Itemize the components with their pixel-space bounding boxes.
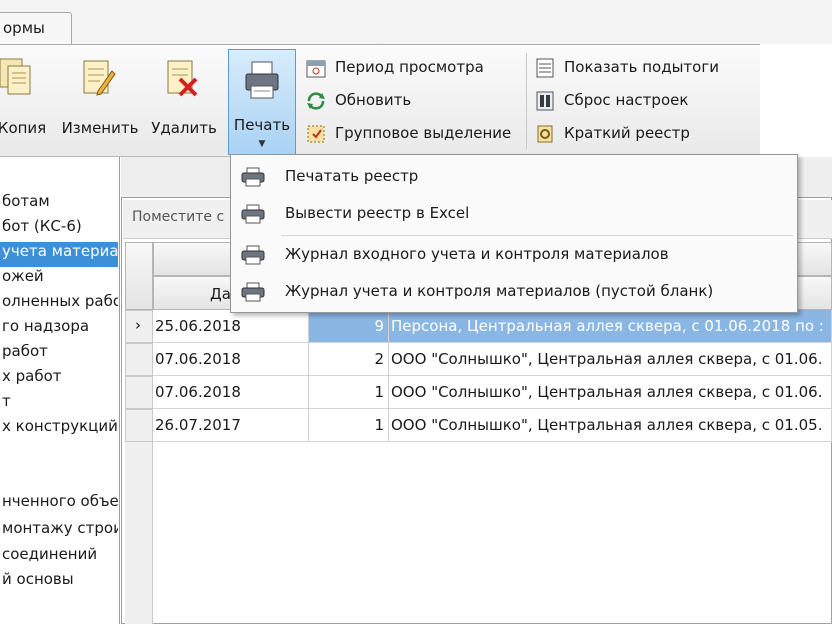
group-select-icon xyxy=(307,125,325,143)
printer-icon xyxy=(241,204,265,224)
reset-settings-icon xyxy=(536,91,554,111)
nav-item[interactable] xyxy=(0,467,118,492)
nav-item[interactable]: работ xyxy=(0,342,118,367)
table-cell-number[interactable]: 2 xyxy=(309,343,389,376)
refresh-label: Обновить xyxy=(335,91,412,109)
menu-item-export-excel[interactable]: Вывести реестр в Excel xyxy=(231,196,797,232)
nav-item[interactable]: ожей xyxy=(0,267,118,292)
delete-label: Удалить xyxy=(151,119,217,137)
short-register-button[interactable]: Краткий реестр xyxy=(534,119,754,149)
group-select-button[interactable]: Групповое выделение xyxy=(305,119,525,149)
menu-separator xyxy=(281,235,793,236)
copy-label: Копия xyxy=(0,119,47,137)
nav-item-selected[interactable]: учета материа xyxy=(0,242,118,267)
nav-item[interactable]: олненных рабо xyxy=(0,292,118,317)
table-cell-date[interactable]: 07.06.2018 xyxy=(153,343,309,376)
menu-item-input-journal[interactable]: Журнал входного учета и контроля материа… xyxy=(231,237,797,273)
printer-icon xyxy=(241,282,265,302)
nav-item[interactable]: й основы xyxy=(0,570,118,595)
delete-button[interactable]: Удалить xyxy=(146,51,222,143)
settings-group: Показать подытоги Сброс настроек Краткий… xyxy=(534,53,754,149)
filter-hint: Поместите с xyxy=(132,209,225,225)
subtotals-label: Показать подытоги xyxy=(564,58,719,76)
table-cell-number[interactable]: 1 xyxy=(309,376,389,409)
edit-button[interactable]: Изменить xyxy=(60,51,140,143)
period-label: Период просмотра xyxy=(335,58,484,76)
row-selector[interactable] xyxy=(125,409,153,442)
menu-item-label: Журнал входного учета и контроля материа… xyxy=(285,245,669,263)
group-select-label: Групповое выделение xyxy=(335,124,512,142)
nav-item[interactable]: соединений xyxy=(0,545,118,570)
nav-item[interactable]: х работ xyxy=(0,367,118,392)
table-cell-number[interactable]: 1 xyxy=(309,409,389,442)
calendar-icon xyxy=(306,60,326,78)
copy-document-icon xyxy=(0,58,31,95)
nav-item[interactable]: т xyxy=(0,392,118,417)
table-cell-date[interactable]: 26.07.2017 xyxy=(153,409,309,442)
row-selector[interactable]: › xyxy=(125,310,153,343)
short-register-icon xyxy=(537,125,553,143)
nav-item[interactable]: бот (КС-6) xyxy=(0,217,118,242)
nav-item[interactable]: х конструкций xyxy=(0,417,118,442)
reset-settings-button[interactable]: Сброс настроек xyxy=(534,86,754,116)
menu-item-label: Вывести реестр в Excel xyxy=(285,204,470,222)
chevron-down-icon: ▼ xyxy=(258,139,266,149)
view-group: Период просмотра Обновить Групповое выде… xyxy=(305,53,525,149)
row-header-corner xyxy=(125,242,153,310)
row-selector[interactable] xyxy=(125,376,153,409)
table-cell-description[interactable]: ООО "Солнышко", Центральная аллея сквера… xyxy=(389,409,832,442)
edit-document-icon xyxy=(83,60,116,96)
date-header-label: Да xyxy=(210,285,231,303)
ribbon-toolbar: Копия Изменить Удалить Печать ▼ Период п… xyxy=(0,44,760,157)
row-selector-column xyxy=(125,442,153,624)
copy-button[interactable]: Копия xyxy=(0,51,52,143)
table-cell-date[interactable]: 07.06.2018 xyxy=(153,376,309,409)
tab-forms[interactable]: ормы xyxy=(0,12,72,44)
table-cell-date[interactable]: 25.06.2018 xyxy=(153,310,309,343)
printer-icon xyxy=(241,167,265,187)
menu-item-label: Печатать реестр xyxy=(285,167,419,185)
refresh-icon xyxy=(307,92,325,110)
menu-item-print-register[interactable]: Печатать реестр xyxy=(231,159,797,195)
delete-document-icon xyxy=(167,60,198,97)
current-row-icon: › xyxy=(135,316,141,334)
table-cell-number[interactable]: 9 xyxy=(309,310,389,343)
nav-item[interactable]: ботам xyxy=(0,192,118,217)
refresh-button[interactable]: Обновить xyxy=(305,86,525,116)
nav-item[interactable]: монтажу строи xyxy=(0,519,118,544)
menu-item-label: Журнал учета и контроля материалов (пуст… xyxy=(285,282,714,300)
row-selector[interactable] xyxy=(125,343,153,376)
table-cell-description[interactable]: ООО "Солнышко", Центральная аллея сквера… xyxy=(389,343,832,376)
menu-item-blank-journal[interactable]: Журнал учета и контроля материалов (пуст… xyxy=(231,274,797,310)
short-register-label: Краткий реестр xyxy=(564,124,690,142)
ribbon-divider xyxy=(526,53,527,149)
print-button[interactable]: Печать ▼ xyxy=(228,49,296,155)
edit-label: Изменить xyxy=(61,119,139,137)
tab-strip: ормы xyxy=(0,0,832,44)
table-cell-description[interactable]: ООО "Солнышко", Центральная аллея сквера… xyxy=(389,376,832,409)
printer-icon xyxy=(241,245,265,265)
table-cell-description[interactable]: Персона, Центральная аллея сквера, с 01.… xyxy=(389,310,832,343)
left-nav-panel: ботам бот (КС-6) учета материа ожей олне… xyxy=(0,157,120,624)
printer-icon xyxy=(245,61,279,99)
reset-settings-label: Сброс настроек xyxy=(564,91,689,109)
nav-item[interactable]: го надзора xyxy=(0,317,118,342)
print-label: Печать xyxy=(233,116,291,134)
nav-item[interactable]: нченного объе xyxy=(0,492,118,517)
nav-item[interactable] xyxy=(0,442,118,467)
subtotals-icon xyxy=(536,58,554,78)
subtotals-button[interactable]: Показать подытоги xyxy=(534,53,754,83)
print-dropdown-menu: Печатать реестр Вывести реестр в Excel Ж… xyxy=(230,154,798,313)
period-button[interactable]: Период просмотра xyxy=(305,53,525,83)
